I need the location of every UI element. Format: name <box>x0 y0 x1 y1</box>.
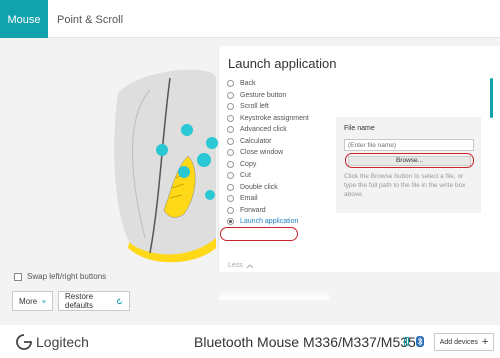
add-devices-label: Add devices <box>439 338 478 346</box>
add-devices-button[interactable]: Add devices + <box>434 333 494 351</box>
tab-bar: Mouse Point & Scroll <box>0 0 500 38</box>
browse-highlight <box>345 153 474 168</box>
action-option[interactable]: Calculator <box>227 136 309 148</box>
action-option-label: Forward <box>240 206 266 214</box>
action-option[interactable]: Copy <box>227 159 309 171</box>
action-option[interactable]: Scroll left <box>227 101 309 113</box>
action-option[interactable]: Launch application <box>227 216 309 228</box>
panel-scrollbar[interactable] <box>490 78 493 118</box>
refresh-icon <box>116 297 123 304</box>
action-option-label: Double click <box>240 183 278 191</box>
chevron-up-icon <box>246 263 254 268</box>
radio-button[interactable] <box>227 160 234 168</box>
radio-button[interactable] <box>227 183 234 191</box>
hotspot-icon[interactable] <box>156 144 168 156</box>
radio-button[interactable] <box>227 172 234 180</box>
action-option-label: Gesture button <box>240 91 287 99</box>
action-option[interactable]: Gesture button <box>227 90 309 102</box>
action-option[interactable]: Keystroke assignment <box>227 113 309 125</box>
mouse-image <box>114 69 218 263</box>
brand-name: Logitech <box>36 334 89 350</box>
hotspot-icon[interactable] <box>197 153 211 167</box>
radio-button[interactable] <box>227 218 234 226</box>
less-toggle[interactable]: Less <box>228 262 254 269</box>
selection-highlight <box>220 227 298 241</box>
action-option-label: Launch application <box>240 218 299 226</box>
action-option[interactable]: Cut <box>227 170 309 182</box>
action-option-label: Advanced click <box>240 126 287 134</box>
action-option[interactable]: Advanced click <box>227 124 309 136</box>
tab-point-scroll[interactable]: Point & Scroll <box>57 0 123 38</box>
action-option-label: Cut <box>240 172 251 180</box>
action-option[interactable]: Forward <box>227 205 309 217</box>
list-fade <box>219 290 329 300</box>
radio-button[interactable] <box>227 195 234 203</box>
action-option[interactable]: Back <box>227 78 309 90</box>
radio-button[interactable] <box>227 103 234 111</box>
more-label: More <box>19 296 38 306</box>
hotspot-icon[interactable] <box>205 190 215 200</box>
less-label: Less <box>228 262 243 269</box>
radio-button[interactable] <box>227 80 234 88</box>
restore-defaults-button[interactable]: Restore defaults <box>58 291 130 311</box>
hotspot-icon[interactable] <box>206 137 218 149</box>
bluetooth-icon <box>416 336 424 347</box>
mouse-illustration <box>0 38 220 268</box>
logitech-g-icon <box>16 334 32 350</box>
panel-title: Launch application <box>228 56 337 71</box>
radio-button[interactable] <box>227 126 234 134</box>
action-option-label: Back <box>240 80 256 88</box>
action-option-label: Calculator <box>240 137 272 145</box>
action-options-list: Back Gesture button Scroll left Keystroke a… <box>227 78 309 228</box>
action-option[interactable]: Double click <box>227 182 309 194</box>
action-option[interactable]: Email <box>227 193 309 205</box>
file-name-label: File name <box>344 125 375 132</box>
restore-label: Restore defaults <box>65 292 94 310</box>
more-button[interactable]: More <box>12 291 53 311</box>
file-help-text: Click the Browse button to select a file… <box>344 173 466 198</box>
action-option-label: Keystroke assignment <box>240 114 309 122</box>
radio-button[interactable] <box>227 114 234 122</box>
hotspot-icon[interactable] <box>178 166 190 178</box>
action-option[interactable]: Close window <box>227 147 309 159</box>
action-option-label: Close window <box>240 149 284 157</box>
radio-button[interactable] <box>227 206 234 214</box>
gear-icon <box>42 299 46 303</box>
action-option-label: Copy <box>240 160 257 168</box>
logitech-logo: Logitech <box>16 334 89 350</box>
swap-buttons-option[interactable]: Swap left/right buttons <box>14 272 106 281</box>
device-name: Bluetooth Mouse M336/M337/M535 <box>194 334 416 350</box>
tab-mouse[interactable]: Mouse <box>0 0 48 38</box>
radio-button[interactable] <box>227 91 234 99</box>
radio-button[interactable] <box>227 137 234 145</box>
footer: Logitech Bluetooth Mouse M336/M337/M535 … <box>0 325 500 358</box>
swap-checkbox[interactable] <box>14 272 22 281</box>
action-option-label: Email <box>240 195 258 203</box>
plus-icon: + <box>481 336 489 348</box>
hotspot-icon[interactable] <box>181 124 193 136</box>
action-option-label: Scroll left <box>240 103 269 111</box>
file-name-input[interactable] <box>344 139 474 151</box>
swap-label: Swap left/right buttons <box>27 272 107 281</box>
radio-button[interactable] <box>227 149 234 157</box>
battery-icon <box>404 337 409 346</box>
